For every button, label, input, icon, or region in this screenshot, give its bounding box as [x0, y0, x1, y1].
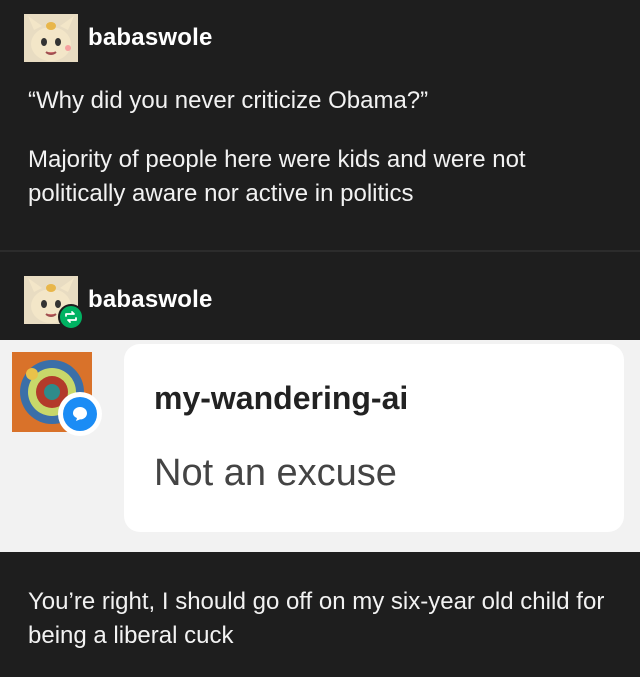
reblog-icon [58, 304, 84, 330]
chat-bubble-icon [58, 392, 102, 436]
comment-message: Not an excuse [154, 452, 397, 494]
user-avatar[interactable] [24, 14, 78, 62]
post-header-2: babaswole [24, 270, 213, 330]
user-avatar[interactable] [24, 276, 84, 330]
quoted-question: “Why did you never criticize Obama?” [28, 87, 429, 114]
comment-bubble: my-wandering-ai Not an excuse [124, 344, 624, 532]
post-username[interactable]: babaswole [88, 24, 213, 52]
commenter-name[interactable]: my-wandering-ai [154, 380, 408, 417]
post-header-1: babaswole [24, 8, 213, 68]
meowth-avatar-icon [24, 14, 78, 62]
post-divider [0, 250, 640, 252]
post-username[interactable]: babaswole [88, 286, 213, 314]
post-reply-text: Majority of people here were kids and we… [28, 146, 526, 207]
post-reply-text: You’re right, I should go off on my six-… [28, 588, 605, 649]
